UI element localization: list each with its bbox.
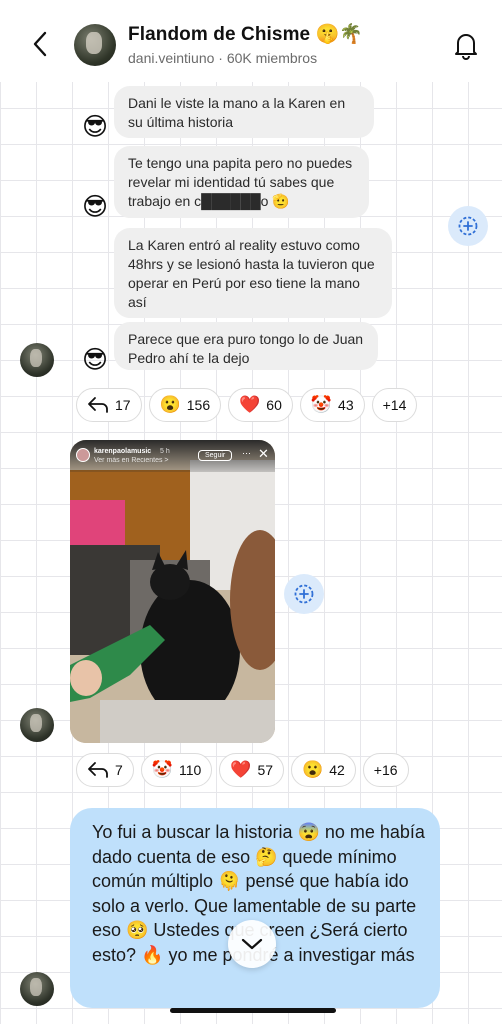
reaction-pill[interactable]: 😮 156 — [148, 388, 222, 422]
sunglasses-avatar: 😎 — [81, 112, 109, 141]
reply-icon — [88, 762, 108, 778]
reaction-count: 17 — [115, 397, 131, 413]
clown-emoji-icon: 🤡 — [310, 395, 333, 414]
reply-icon — [88, 397, 108, 413]
reaction-pill[interactable]: 😮 42 — [291, 753, 356, 787]
sender-avatar[interactable] — [20, 972, 54, 1006]
message-text: Parece que era puro tongo lo de Juan Ped… — [128, 331, 364, 366]
back-button[interactable] — [28, 30, 52, 58]
reaction-count: +16 — [373, 762, 398, 778]
reaction-count: 60 — [266, 397, 282, 413]
reaction-count: 43 — [338, 397, 354, 413]
scroll-to-bottom-button[interactable] — [228, 920, 276, 968]
home-indicator — [170, 1008, 336, 1013]
reaction-count: +14 — [382, 397, 407, 413]
sunglasses-avatar: 😎 — [81, 192, 109, 221]
reaction-pill[interactable]: 🤡 110 — [140, 753, 213, 787]
more-icon: ⋯ — [242, 448, 251, 458]
story-time: 5 h — [160, 448, 170, 455]
message-bubble[interactable]: Parece que era puro tongo lo de Juan Ped… — [114, 322, 378, 370]
notifications-button[interactable] — [452, 30, 480, 60]
more-reactions-pill[interactable]: +16 — [362, 753, 409, 787]
heart-emoji-icon: ❤️ — [230, 760, 252, 779]
surprised-emoji-icon: 😮 — [302, 760, 324, 779]
message-bubble[interactable]: La Karen entró al reality estuvo como 48… — [114, 228, 392, 318]
message-bubble[interactable]: Te tengo una papita pero no puedes revel… — [114, 146, 369, 218]
reply-count-pill[interactable]: 17 — [76, 388, 142, 422]
reaction-pill[interactable]: ❤️ 57 — [219, 753, 285, 787]
sender-avatar[interactable] — [20, 708, 54, 742]
message-text: Te tengo una papita pero no puedes revel… — [128, 155, 353, 209]
reaction-count: 110 — [178, 762, 202, 778]
reply-count-pill[interactable]: 7 — [76, 753, 134, 787]
share-button[interactable] — [448, 206, 488, 246]
chat-header: Flandom de Chisme 🤫🌴 dani.veintiuno · 60… — [0, 0, 502, 82]
heart-emoji-icon: ❤️ — [239, 395, 261, 414]
story-follow-button: Seguir — [198, 450, 233, 461]
reaction-count: 7 — [115, 762, 123, 778]
message-text: La Karen entró al reality estuvo como 48… — [128, 237, 375, 310]
reaction-count: 42 — [329, 762, 345, 778]
clown-emoji-icon: 🤡 — [151, 760, 173, 779]
story-header: karenpaolamusic 5 h Ver más en Recientes… — [70, 440, 275, 472]
reply-message-bubble[interactable]: Yo fui a buscar la historia 😨 no me habí… — [70, 808, 440, 1008]
chevron-left-icon — [33, 31, 47, 57]
surprised-emoji-icon: 😮 — [159, 395, 181, 414]
bell-icon — [455, 34, 477, 60]
story-username: karenpaolamusic — [94, 448, 152, 455]
reactions-row: 7 🤡 110 ❤️ 57 😮 42 +16 — [76, 753, 409, 787]
reaction-count: 57 — [257, 762, 274, 778]
story-subtitle: Ver más en Recientes > — [94, 457, 169, 464]
more-reactions-pill[interactable]: +14 — [371, 388, 418, 422]
message-text: Dani le viste la mano a la Karen en su ú… — [128, 95, 346, 130]
channel-avatar[interactable] — [74, 24, 116, 66]
close-icon: ✕ — [258, 446, 269, 461]
channel-subtitle: dani.veintiuno · 60K miembros — [128, 50, 318, 66]
reaction-pill[interactable]: 🤡 43 — [299, 388, 365, 422]
sunglasses-avatar: 😎 — [81, 345, 109, 374]
shared-story[interactable]: karenpaolamusic 5 h Ver más en Recientes… — [70, 440, 275, 743]
reaction-pill[interactable]: ❤️ 60 — [228, 388, 293, 422]
message-bubble[interactable]: Dani le viste la mano a la Karen en su ú… — [114, 86, 374, 138]
story-user-avatar — [76, 448, 90, 462]
share-add-icon — [458, 216, 478, 236]
share-button[interactable] — [284, 574, 324, 614]
channel-title[interactable]: Flandom de Chisme 🤫🌴 — [128, 22, 363, 46]
sender-avatar[interactable] — [20, 343, 54, 377]
story-image — [70, 440, 275, 743]
reactions-row: 17 😮 156 ❤️ 60 🤡 43 +14 — [76, 388, 418, 422]
share-add-icon — [294, 584, 314, 604]
chevron-down-icon — [241, 938, 263, 950]
reaction-count: 156 — [186, 397, 211, 413]
